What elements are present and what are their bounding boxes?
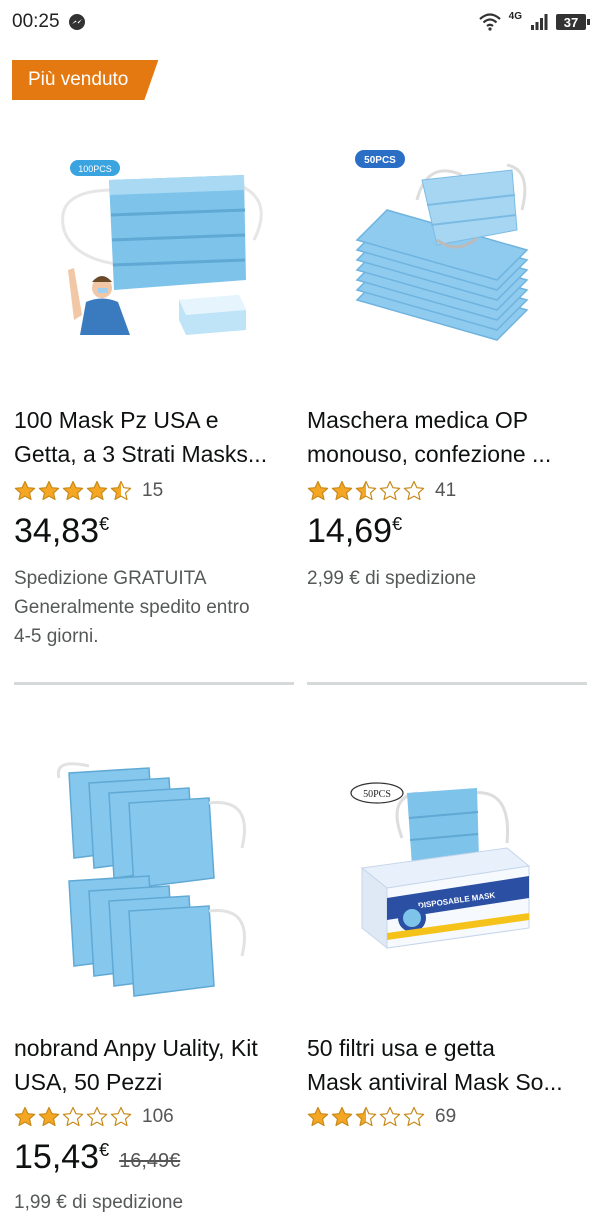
star-icon (14, 480, 36, 501)
currency: € (99, 514, 110, 534)
price-value: 15,43 (14, 1138, 100, 1176)
currency: € (392, 514, 403, 534)
product-image-4[interactable]: 50PCS DISPOSABLE MASK (307, 748, 589, 1008)
star-rating (307, 480, 425, 502)
network-type: 4G (508, 10, 522, 22)
divider-right (307, 682, 587, 685)
shipping-info-2: 2,99 € di spedizione (307, 568, 477, 589)
status-bar: 00:25 4G 37 (0, 0, 600, 44)
review-count[interactable]: 41 (435, 480, 456, 502)
clock: 00:25 (12, 11, 60, 32)
review-count[interactable]: 15 (142, 480, 163, 502)
star-icon (403, 480, 425, 501)
price-2: 14,69€ (307, 512, 402, 551)
currency: € (99, 1140, 110, 1160)
star-icon (86, 1106, 108, 1127)
star-icon (86, 480, 108, 501)
star-icon (331, 480, 353, 501)
star-icon (307, 480, 329, 501)
box-label-4: 50PCS (363, 789, 391, 800)
star-icon (403, 1106, 425, 1127)
product-card-1[interactable]: 100PCS 100 Mask Pz USA e Getta, a 3 Stra… (14, 120, 296, 680)
box-label-2: 50PCS (364, 155, 396, 166)
star-icon (62, 480, 84, 501)
star-rating (14, 480, 132, 502)
product-card-3[interactable]: nobrand Anpy Uality, Kit USA, 50 Pezzi 1… (14, 748, 296, 1213)
best-seller-badge: Più venduto (12, 60, 158, 100)
review-count[interactable]: 69 (435, 1106, 456, 1128)
star-icon (379, 1106, 401, 1127)
star-icon (110, 480, 132, 501)
product-card-2[interactable]: 50PCS Maschera medica OP monouso, confez… (307, 120, 589, 680)
rating-2[interactable]: 41 (307, 480, 456, 502)
star-icon (355, 480, 377, 501)
star-icon (307, 1106, 329, 1127)
price-3: 15,43€ 16,49€ (14, 1138, 180, 1177)
star-icon (14, 1106, 36, 1127)
review-count[interactable]: 106 (142, 1106, 174, 1128)
old-price: 16,49€ (119, 1150, 181, 1172)
product-card-4[interactable]: 50PCS DISPOSABLE MASK 50 filtri usa e ge… (307, 748, 589, 1200)
product-title-4[interactable]: 50 filtri usa e getta Mask antiviral Mas… (307, 1031, 589, 1101)
star-icon (38, 1106, 60, 1127)
star-icon (110, 1106, 132, 1127)
product-title-1[interactable]: 100 Mask Pz USA e Getta, a 3 Strati Mask… (14, 403, 296, 473)
shipping-info-1: Spedizione GRATUITA Generalmente spedito… (14, 568, 250, 647)
box-label-1: 100PCS (78, 164, 112, 174)
price-value: 14,69 (307, 512, 393, 550)
price-1: 34,83€ (14, 512, 109, 551)
product-title-2[interactable]: Maschera medica OP monouso, confezione .… (307, 403, 589, 473)
rating-1[interactable]: 15 (14, 480, 163, 502)
star-rating (14, 1106, 132, 1128)
star-icon (379, 480, 401, 501)
price-value: 34,83 (14, 512, 100, 550)
battery-icon: 37 (556, 14, 590, 30)
divider-left (14, 682, 294, 685)
star-icon (331, 1106, 353, 1127)
star-icon (38, 480, 60, 501)
star-icon (355, 1106, 377, 1127)
wifi-icon (478, 13, 501, 31)
rating-4[interactable]: 69 (307, 1106, 456, 1128)
messenger-icon (68, 14, 85, 30)
product-image-2[interactable]: 50PCS (307, 120, 589, 380)
signal-icon (531, 14, 548, 30)
rating-3[interactable]: 106 (14, 1106, 174, 1128)
star-icon (62, 1106, 84, 1127)
star-rating (307, 1106, 425, 1128)
product-title-3[interactable]: nobrand Anpy Uality, Kit USA, 50 Pezzi (14, 1031, 296, 1101)
shipping-info-3: 1,99 € di spedizione (14, 1192, 184, 1213)
product-image-1[interactable]: 100PCS (14, 120, 296, 380)
product-image-3[interactable] (14, 748, 296, 1008)
